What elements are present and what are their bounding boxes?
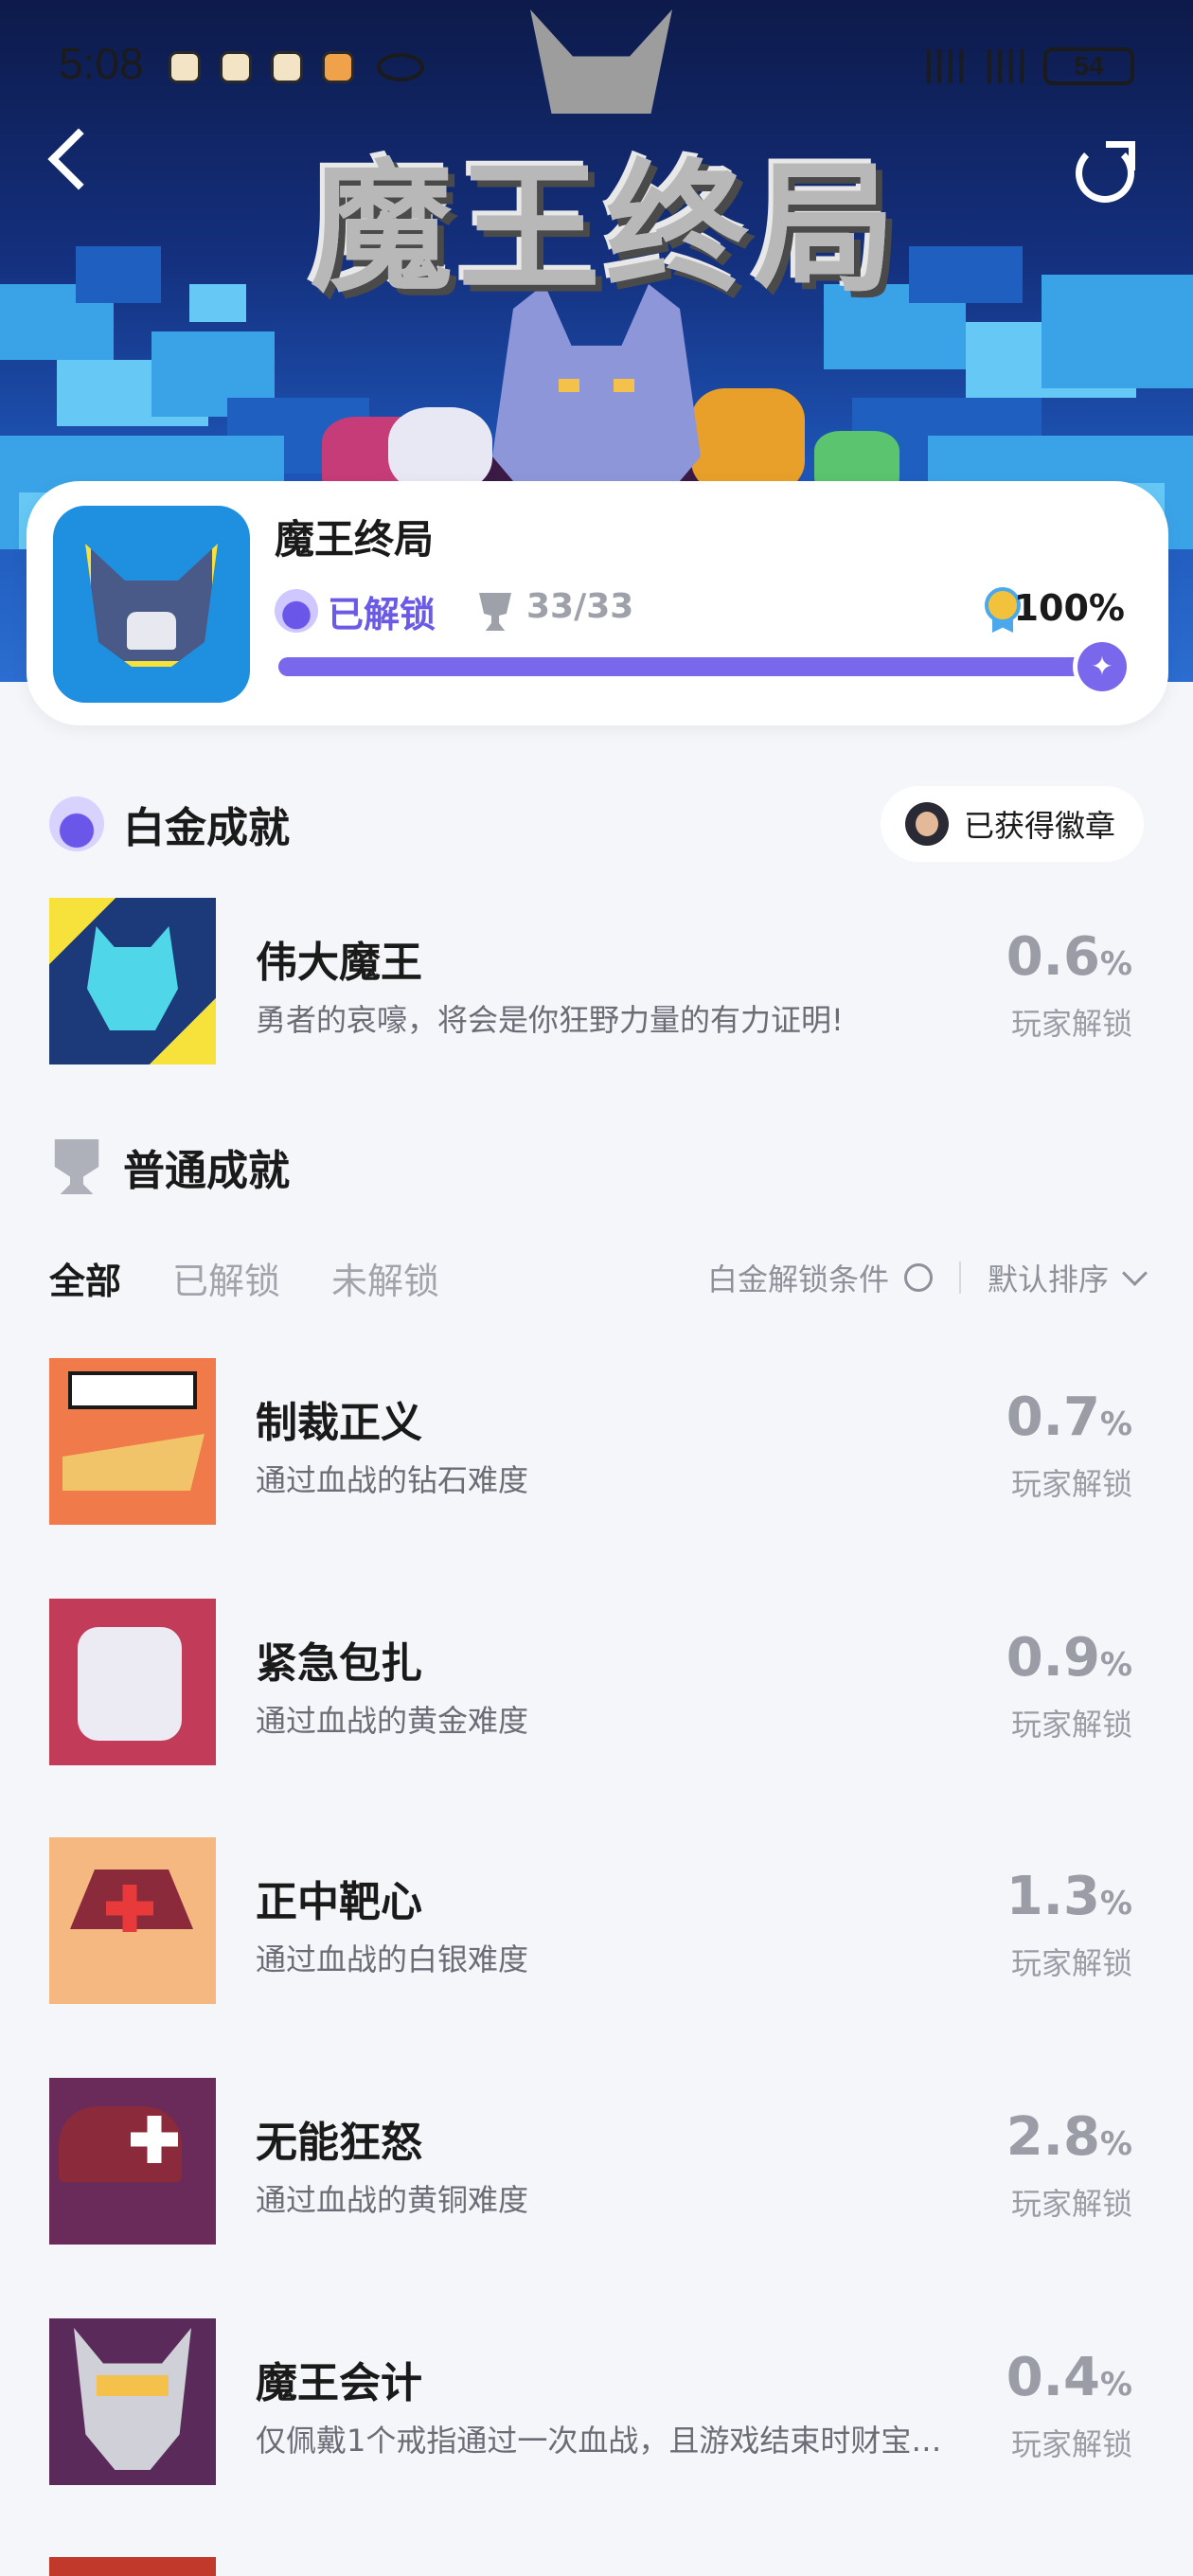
achievement-percent: 2.8% bbox=[1006, 2106, 1132, 2168]
sort-dropdown[interactable]: 默认排序 bbox=[988, 1256, 1109, 1299]
achievement-thumbnail bbox=[49, 2557, 216, 2576]
app-notification-icon bbox=[322, 51, 354, 83]
help-circle-icon[interactable] bbox=[903, 1263, 933, 1292]
list-item[interactable]: 正中靶心 通过血战的白银难度 1.3% 玩家解锁 bbox=[49, 1837, 1144, 2006]
achievement-name: 正中靶心 bbox=[256, 1878, 422, 1926]
section-title: 普通成就 bbox=[123, 1147, 290, 1195]
achievement-percent-label: 玩家解锁 bbox=[1010, 1006, 1132, 1042]
trophy-icon bbox=[479, 593, 511, 631]
achievement-percent: 0.9% bbox=[1006, 1627, 1132, 1689]
achievement-thumbnail bbox=[49, 1358, 216, 1525]
chevron-down-icon[interactable] bbox=[1122, 1260, 1148, 1286]
filter-tabs: 全部 已解锁 未解锁 bbox=[49, 1252, 439, 1304]
achievement-percent-label: 玩家解锁 bbox=[1010, 1707, 1132, 1743]
platinum-section-header: 白金成就 bbox=[49, 794, 290, 854]
list-item[interactable]: 制裁正义 通过血战的钻石难度 0.7% 玩家解锁 bbox=[49, 1358, 1144, 1527]
status-bar: 5:08 54 bbox=[0, 0, 1193, 133]
achievement-percent-label: 玩家解锁 bbox=[1010, 2426, 1132, 2462]
achievement-desc: 勇者的哀嚎，将会是你狂野力量的有力证明! bbox=[256, 1002, 844, 1038]
achievement-percent-label: 玩家解锁 bbox=[1010, 2186, 1132, 2222]
achievement-desc: 仅佩戴1个戒指通过一次血战，且游戏结束时财宝… bbox=[256, 2423, 942, 2459]
trophy-count: 33/33 bbox=[526, 587, 634, 626]
platinum-achievement[interactable]: 伟大魔王 勇者的哀嚎，将会是你狂野力量的有力证明! 0.6% 玩家解锁 bbox=[49, 898, 1144, 1066]
achievement-desc: 通过血战的黄铜难度 bbox=[256, 2182, 529, 2218]
completion-percent: 100% bbox=[1013, 587, 1125, 629]
list-item[interactable]: 魔王会计 仅佩戴1个戒指通过一次血战，且游戏结束时财宝… 0.4% 玩家解锁 bbox=[49, 2318, 1144, 2487]
achievement-percent-label: 玩家解锁 bbox=[1010, 1466, 1132, 1502]
achievement-desc: 通过血战的钻石难度 bbox=[256, 1462, 529, 1498]
avatar bbox=[904, 802, 949, 846]
achievement-thumbnail bbox=[49, 898, 216, 1064]
notification-icons bbox=[169, 51, 354, 83]
achievement-name: 紧急包扎 bbox=[256, 1639, 422, 1688]
achievement-desc: 通过血战的白银难度 bbox=[256, 1941, 529, 1977]
tab-unlocked[interactable]: 已解锁 bbox=[172, 1252, 280, 1304]
achievement-percent: 0.6% bbox=[1006, 926, 1132, 988]
achievement-thumbnail bbox=[49, 2078, 216, 2245]
achievement-name: 魔王会计 bbox=[256, 2359, 422, 2407]
eye-icon bbox=[377, 53, 424, 81]
achievement-name: 伟大魔王 bbox=[256, 939, 422, 987]
app-notification-icon bbox=[220, 51, 252, 83]
achievement-percent: 1.3% bbox=[1006, 1866, 1132, 1927]
achievement-thumbnail bbox=[49, 2318, 216, 2485]
achievement-percent: 0.7% bbox=[1006, 1386, 1132, 1448]
progress-fill bbox=[278, 642, 1127, 691]
badge-button-label: 已获得徽章 bbox=[963, 808, 1115, 844]
tab-all[interactable]: 全部 bbox=[49, 1252, 121, 1304]
app-notification-icon bbox=[169, 51, 201, 83]
tab-locked[interactable]: 未解锁 bbox=[331, 1252, 439, 1304]
platinum-icon bbox=[49, 796, 104, 851]
list-item[interactable]: 紧急包扎 通过血战的黄金难度 0.9% 玩家解锁 bbox=[49, 1599, 1144, 1767]
platinum-icon bbox=[275, 589, 318, 633]
achievement-percent: 0.4% bbox=[1006, 2347, 1132, 2408]
achievement-thumbnail bbox=[49, 1837, 216, 2004]
platinum-condition-toggle[interactable]: 白金解锁条件 bbox=[707, 1256, 889, 1299]
game-name: 魔王终局 bbox=[275, 516, 435, 563]
achievement-name: 无能狂怒 bbox=[256, 2119, 422, 2167]
system-status: 54 bbox=[922, 47, 1134, 85]
battery-icon: 54 bbox=[1043, 47, 1134, 85]
status-time: 5:08 bbox=[59, 39, 144, 88]
filter-controls: 白金解锁条件 默认排序 bbox=[707, 1256, 1148, 1299]
achievement-thumbnail bbox=[49, 1599, 216, 1765]
progress-knob bbox=[1077, 642, 1127, 691]
game-summary-card: 魔王终局 已解锁 33/33 100% bbox=[27, 481, 1168, 725]
achievement-desc: 通过血战的黄金难度 bbox=[256, 1703, 529, 1739]
signal-icon bbox=[922, 49, 966, 83]
app-notification-icon bbox=[271, 51, 303, 83]
game-icon bbox=[53, 506, 250, 703]
unlocked-status: 已解锁 bbox=[328, 594, 436, 635]
achievement-name: 制裁正义 bbox=[256, 1399, 422, 1447]
signal-icon bbox=[983, 49, 1026, 83]
section-title: 白金成就 bbox=[123, 804, 290, 852]
trophy-icon bbox=[54, 1139, 99, 1194]
earned-badge-button[interactable]: 已获得徽章 bbox=[880, 786, 1144, 862]
achievement-percent-label: 玩家解锁 bbox=[1010, 1945, 1132, 1981]
list-item[interactable]: 无能狂怒 通过血战的黄铜难度 2.8% 玩家解锁 bbox=[49, 2078, 1144, 2246]
share-icon[interactable] bbox=[1076, 141, 1135, 203]
progress-bar bbox=[278, 642, 1127, 691]
normal-section-header: 普通成就 bbox=[49, 1136, 290, 1197]
hero-title: 魔王终局 bbox=[310, 147, 901, 312]
list-item[interactable] bbox=[49, 2557, 1144, 2576]
